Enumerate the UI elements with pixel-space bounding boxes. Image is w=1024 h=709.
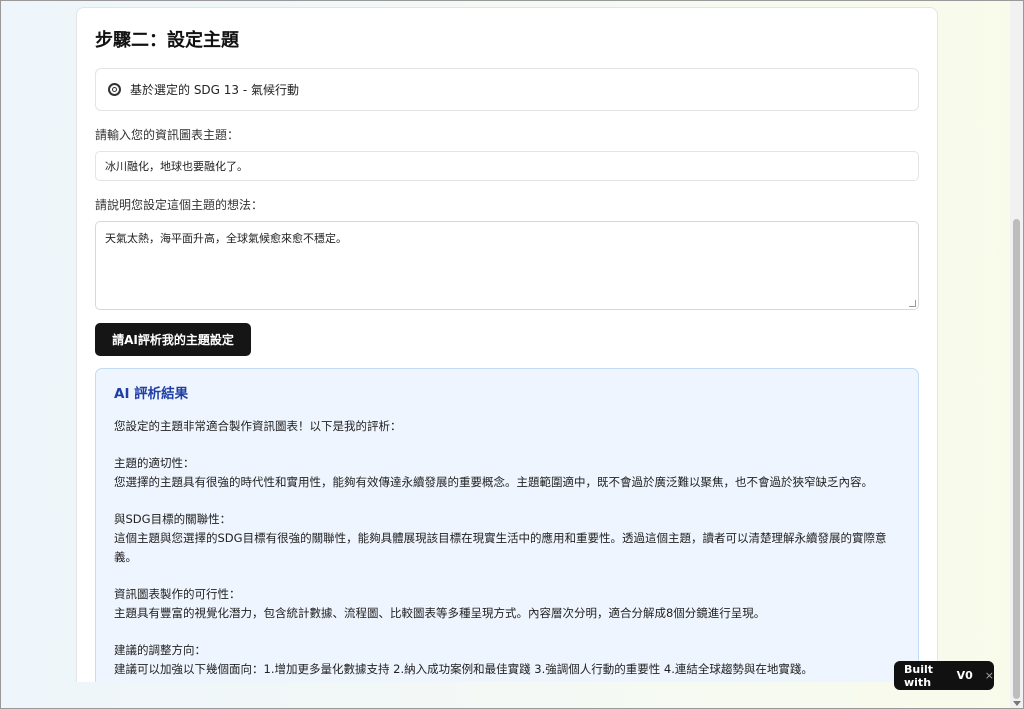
result-title: AI 評析結果: [114, 386, 189, 402]
result-section: 資訊圖表製作的可行性： 主題具有豐富的視覺化潛力，包含統計數據、流程圖、比較圖表等…: [114, 585, 900, 623]
result-intro: 您設定的主題非常適合製作資訊圖表！以下是我的評析：: [114, 419, 402, 433]
topic-label: 請輸入您的資訊圖表主題：: [95, 128, 240, 142]
section-heading: 主題的適切性：: [114, 456, 195, 470]
section-heading: 資訊圖表製作的可行性：: [114, 587, 241, 601]
ai-result-panel: AI 評析結果 您設定的主題非常適合製作資訊圖表！以下是我的評析： 主題的適切性…: [95, 368, 919, 682]
section-heading: 建議的調整方向：: [114, 643, 206, 657]
badge-label: Built with: [904, 662, 934, 689]
idea-text: 天氣太熱，海平面升高，全球氣候愈來愈不穩定。: [105, 232, 347, 245]
v0-logo-icon: V0: [956, 669, 973, 682]
step-card: 步驟二：設定主題 基於選定的 SDG 13 - 氣候行動 請輸入您的資訊圖表主題…: [76, 7, 938, 682]
idea-label: 請說明您設定這個主題的想法：: [95, 198, 264, 212]
page-title: 步驟二：設定主題: [95, 30, 239, 51]
target-icon: [108, 83, 121, 96]
section-body: 建議可以加強以下幾個面向：1.增加更多量化數據支持 2.納入成功案例和最佳實踐 …: [114, 662, 813, 676]
section-body: 您選擇的主題具有很強的時代性和實用性，能夠有效傳達永續發展的重要概念。主題範圍適…: [114, 475, 873, 489]
section-body: 這個主題與您選擇的SDG目標有很強的關聯性，能夠具體展現該目標在現實生活中的應用…: [114, 531, 887, 564]
scroll-down-icon[interactable]: [1013, 701, 1021, 706]
close-icon[interactable]: ×: [985, 669, 994, 682]
section-body: 主題具有豐富的視覺化潛力，包含統計數據、流程圖、比較圖表等多種呈現方式。內容層次…: [114, 606, 766, 620]
result-section: 主題的適切性： 您選擇的主題具有很強的時代性和實用性，能夠有效傳達永續發展的重要概…: [114, 454, 900, 492]
scrollbar[interactable]: [1010, 1, 1023, 708]
resize-handle-icon[interactable]: [909, 300, 916, 307]
topic-input[interactable]: 冰川融化，地球也要融化了。: [95, 151, 919, 181]
result-section: 建議的調整方向： 建議可以加強以下幾個面向：1.增加更多量化數據支持 2.納入成功…: [114, 641, 900, 679]
idea-textarea[interactable]: 天氣太熱，海平面升高，全球氣候愈來愈不穩定。: [95, 221, 919, 310]
result-section: 與SDG目標的關聯性： 這個主題與您選擇的SDG目標有很強的關聯性，能夠具體展現該…: [114, 510, 900, 567]
sdg-banner-text: 基於選定的 SDG 13 - 氣候行動: [130, 83, 300, 97]
section-heading: 與SDG目標的關聯性：: [114, 512, 232, 526]
built-with-badge[interactable]: Built with V0 ×: [894, 661, 994, 690]
evaluate-button[interactable]: 請AI評析我的主題設定: [95, 323, 251, 356]
scrollbar-thumb[interactable]: [1013, 219, 1020, 699]
sdg-banner: 基於選定的 SDG 13 - 氣候行動: [95, 68, 919, 111]
